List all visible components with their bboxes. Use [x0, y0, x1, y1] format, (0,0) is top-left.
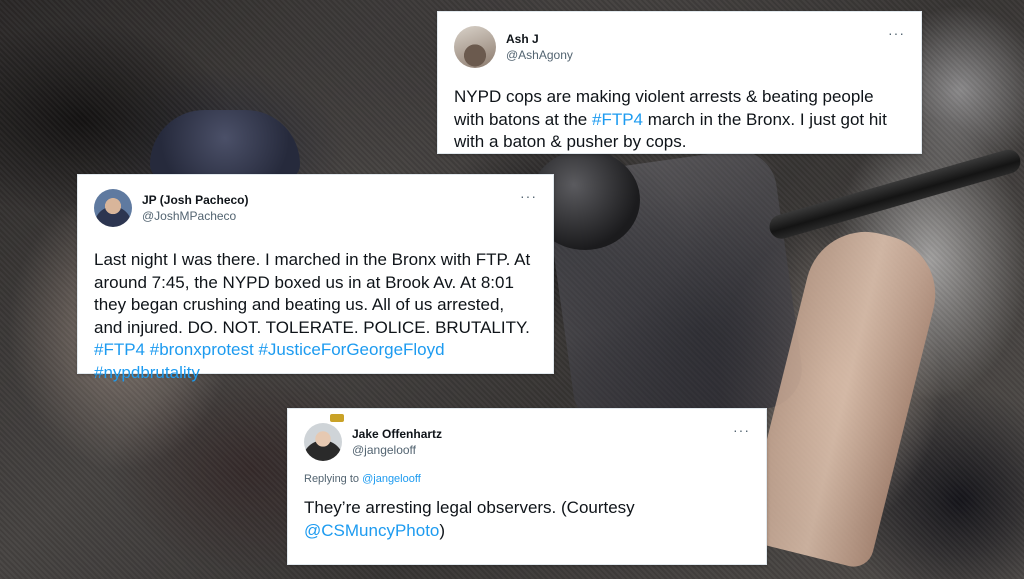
tweet-text-part: They’re arresting legal observers. (Cour…: [304, 498, 635, 517]
replying-to-mention[interactable]: @jangelooff: [362, 473, 421, 485]
tweet-header: JP (Josh Pacheco) @JoshMPacheco ···: [94, 189, 537, 227]
tweet-text: Last night I was there. I marched in the…: [94, 249, 537, 384]
tweet-author: Jake Offenhartz @jangelooff: [352, 426, 442, 458]
display-name[interactable]: JP (Josh Pacheco): [142, 192, 249, 208]
tweet-author: Ash J @AshAgony: [506, 31, 573, 63]
tweet-text: NYPD cops are making violent arrests & b…: [454, 86, 905, 154]
tweet-card-josh-pacheco[interactable]: JP (Josh Pacheco) @JoshMPacheco ··· Last…: [77, 174, 554, 382]
mention-link[interactable]: @CSMuncyPhoto: [304, 521, 439, 540]
avatar[interactable]: [454, 26, 496, 68]
hashtag-link[interactable]: #FTP4: [592, 110, 643, 129]
tweet-text: They’re arresting legal observers. (Cour…: [304, 497, 750, 542]
user-handle[interactable]: @AshAgony: [506, 47, 573, 63]
tweet-card-ash-j[interactable]: Ash J @AshAgony ··· NYPD cops are making…: [437, 11, 922, 154]
replying-to-label: Replying to: [304, 473, 363, 485]
background-cap: [150, 110, 300, 180]
user-handle[interactable]: @JoshMPacheco: [142, 208, 249, 224]
hashtag-link[interactable]: #nypdbrutality: [94, 363, 200, 382]
hashtag-link[interactable]: #FTP4: [94, 340, 145, 359]
more-options-icon[interactable]: ···: [888, 26, 905, 40]
tweet-header: Jake Offenhartz @jangelooff ···: [304, 414, 750, 461]
avatar[interactable]: [304, 423, 342, 461]
tweet-text-part: Last night I was there. I marched in the…: [94, 250, 531, 337]
display-name[interactable]: Ash J: [506, 31, 573, 47]
tweet-author: JP (Josh Pacheco) @JoshMPacheco: [142, 192, 249, 224]
replying-to-line: Replying to @jangelooff: [304, 473, 750, 485]
tweet-card-jake-offenhartz[interactable]: Jake Offenhartz @jangelooff ··· Replying…: [287, 408, 767, 565]
more-options-icon[interactable]: ···: [733, 423, 750, 437]
display-name[interactable]: Jake Offenhartz: [352, 426, 442, 442]
more-options-icon[interactable]: ···: [520, 189, 537, 203]
user-handle[interactable]: @jangelooff: [352, 442, 442, 458]
avatar[interactable]: [94, 189, 132, 227]
hashtag-link[interactable]: #bronxprotest: [150, 340, 254, 359]
tweet-header: Ash J @AshAgony ···: [454, 26, 905, 68]
badge-icon: [330, 414, 344, 422]
tweet-text-part: ): [439, 520, 446, 540]
hashtag-link[interactable]: #JusticeForGeorgeFloyd: [258, 340, 444, 359]
